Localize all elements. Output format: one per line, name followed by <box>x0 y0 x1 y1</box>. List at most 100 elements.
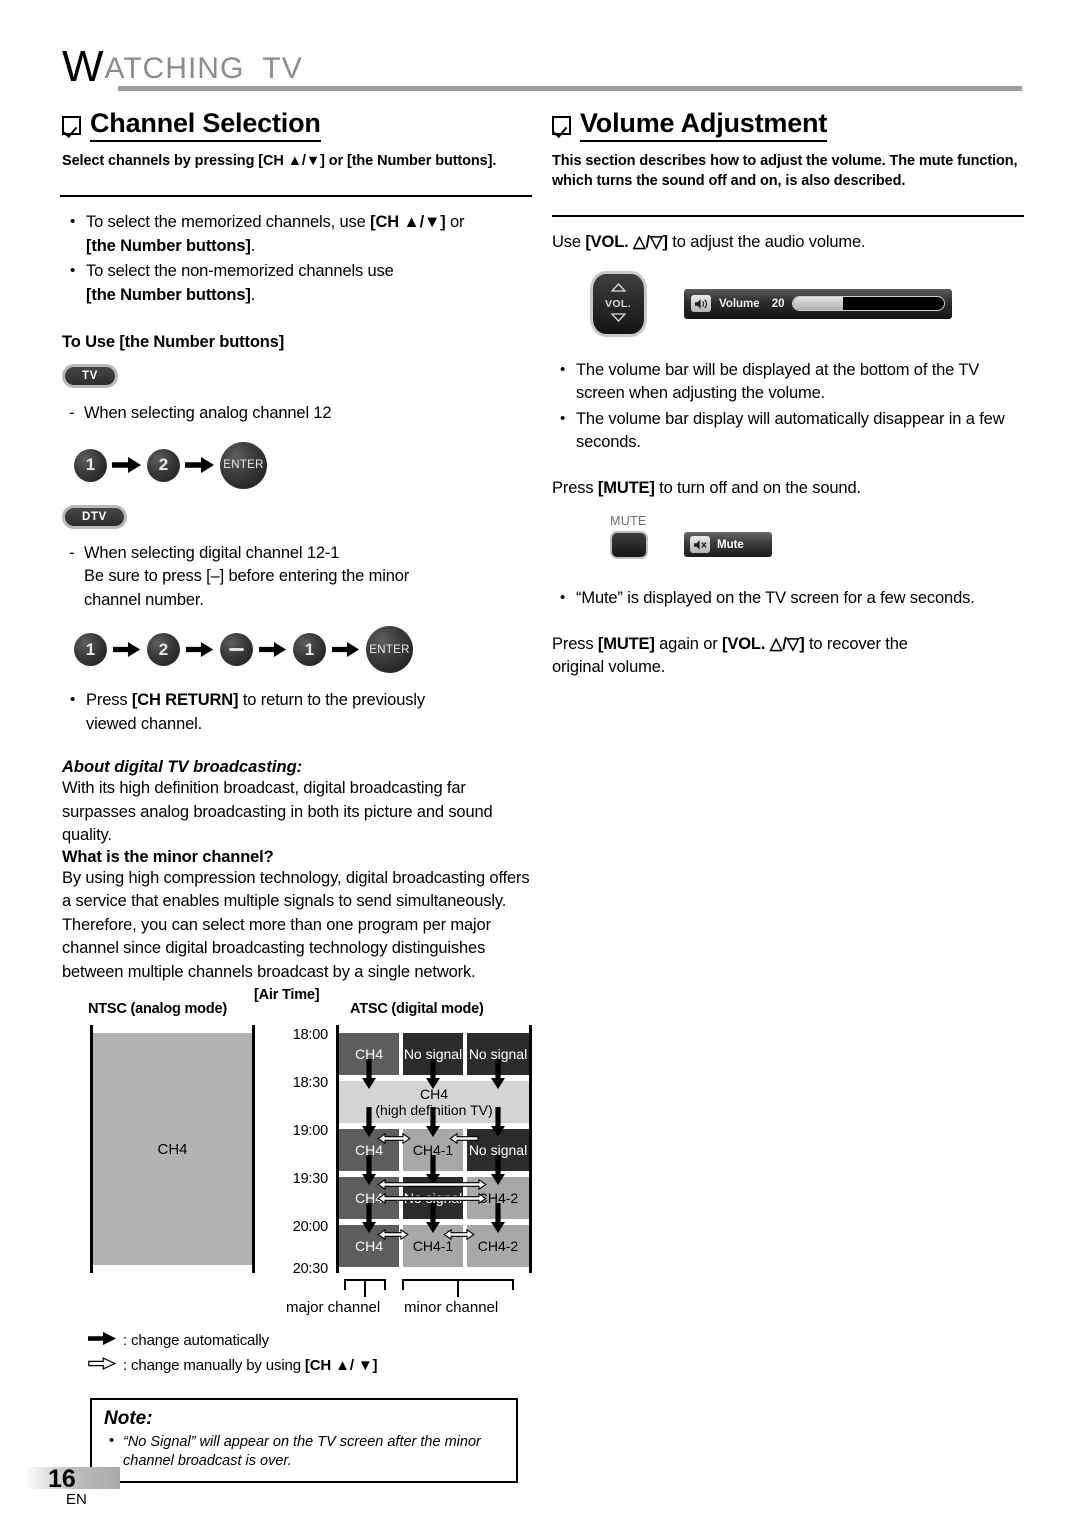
down-arrow-icon <box>491 1155 505 1190</box>
arrow-right-icon <box>180 642 220 657</box>
down-arrow-icon <box>362 1059 376 1094</box>
ch-return-note: Press [CH RETURN] to return to the previ… <box>62 688 532 736</box>
note-title: Note: <box>104 1408 153 1429</box>
badge-tv: TV <box>62 364 532 388</box>
channel-selection-body: To select the memorized channels, use [C… <box>62 210 532 307</box>
manual-change-arrow-icon <box>377 1227 409 1241</box>
divider <box>552 215 1024 217</box>
osd-volume-bar: Volume 20 <box>684 288 952 319</box>
badge-tv-label: TV <box>65 367 115 385</box>
osd-volume-label: Volume <box>719 297 760 310</box>
vol-rocker-button[interactable]: VOL. <box>589 270 647 337</box>
list-item: “Mute” is displayed on the TV screen for… <box>552 586 1022 611</box>
list-item: The volume bar will be displayed at the … <box>552 358 1022 406</box>
analog-button-sequence: 1 2 ENTER <box>74 441 532 489</box>
manual-change-arrow-icon <box>443 1227 475 1241</box>
airtime-label: 18:00 <box>292 1027 328 1043</box>
page-number: 16 <box>48 1465 76 1493</box>
remote-button-1[interactable]: 1 <box>74 448 107 482</box>
remote-button-2[interactable]: 2 <box>147 633 180 666</box>
down-arrow-icon <box>362 1155 376 1190</box>
manual-change-arrow-icon <box>377 1131 411 1145</box>
down-arrow-icon <box>491 1107 505 1142</box>
page-footer: 16 EN <box>24 1465 204 1508</box>
minus-icon <box>229 647 244 652</box>
minor-channel-heading: What is the minor channel? <box>62 847 274 866</box>
remote-button-enter[interactable]: ENTER <box>220 441 267 489</box>
list-item: Press [CH RETURN] to return to the previ… <box>62 688 532 736</box>
list-item: To select the memorized channels, use [C… <box>62 210 532 258</box>
mute-speaker-icon <box>690 536 710 553</box>
remote-button-1[interactable]: 1 <box>74 633 107 666</box>
mute-button[interactable] <box>610 531 648 559</box>
hollow-arrow-icon <box>88 1353 117 1378</box>
airtime-axis: 18:00 18:30 19:00 19:30 20:00 20:30 <box>266 1025 328 1277</box>
arrow-right-icon <box>253 642 293 657</box>
press-mute-instruction: Press [MUTE] to turn off and on the soun… <box>552 478 861 497</box>
minor-channel-paragraph-1: By using high compression technology, di… <box>62 868 530 911</box>
airtime-label: 20:30 <box>292 1261 328 1277</box>
airtime-label: 18:30 <box>292 1075 328 1091</box>
badge-dtv: DTV <box>62 504 532 529</box>
use-vol-instruction: Use [VOL. △/▽] to adjust the audio volum… <box>552 233 866 251</box>
recover-volume-instruction: Press [MUTE] again or [VOL. △/▽] to reco… <box>552 634 908 677</box>
remote-button-minus[interactable] <box>220 633 253 666</box>
manual-change-arrow-icon <box>377 1177 487 1191</box>
right-column: Volume Adjustment This section describes… <box>552 108 1024 680</box>
page-title: WATCHING TV <box>62 45 1022 89</box>
manual-change-arrow-icon <box>377 1191 487 1205</box>
mute-illustration-row: MUTE Mute <box>552 514 1022 559</box>
digital-button-sequence: 1 2 1 ENTER <box>74 626 532 673</box>
divider <box>60 195 532 197</box>
minor-channel-label: minor channel <box>404 1299 499 1316</box>
page-title-rest: ATCHING TV <box>104 52 303 85</box>
osd-mute-label: Mute <box>717 538 744 551</box>
legend-auto-text: : change automatically <box>123 1332 269 1349</box>
manual-change-arrow-icon <box>449 1131 479 1145</box>
remote-button-1-minor[interactable]: 1 <box>293 633 326 666</box>
osd-mute-indicator: Mute <box>684 532 772 557</box>
minor-channel-paragraph-2: Therefore, you can select more than one … <box>62 915 491 981</box>
volume-adjustment-heading: Volume Adjustment <box>552 108 1022 142</box>
volume-notes: The volume bar will be displayed at the … <box>552 358 1022 455</box>
badge-dtv-label: DTV <box>65 507 124 526</box>
down-arrow-icon <box>426 1203 440 1238</box>
ntsc-block-label: CH4 <box>93 1033 252 1265</box>
volume-level-bar <box>792 296 945 311</box>
atsc-grid: CH4 No signal No signal CH4 (high defini… <box>336 1025 532 1273</box>
remote-button-enter[interactable]: ENTER <box>366 626 413 673</box>
volume-bullet-list: The volume bar will be displayed at the … <box>552 358 1022 455</box>
volume-adjustment-subtitle: This section describes how to adjust the… <box>552 153 1018 189</box>
diagram-header-airtime: [Air Time] <box>254 987 320 1003</box>
digital-instruction: When selecting digital channel 12-1 Be s… <box>62 542 532 613</box>
mute-key-caption: MUTE <box>610 514 647 528</box>
brace-minor-stem <box>457 1279 460 1297</box>
airtime-label: 19:30 <box>292 1171 328 1187</box>
down-arrow-icon <box>491 1059 505 1094</box>
legend-manual-text: : change manually by using [CH ▲/ ▼] <box>123 1357 378 1374</box>
arrow-right-icon <box>107 457 147 473</box>
arrow-right-icon <box>326 642 366 657</box>
down-arrow-icon <box>426 1059 440 1094</box>
major-channel-label: major channel <box>286 1299 381 1316</box>
list-item: The volume bar display will automaticall… <box>552 407 1022 455</box>
note-item: “No Signal” will appear on the TV screen… <box>104 1432 504 1471</box>
channel-selection-heading: Channel Selection <box>62 108 532 142</box>
diagram-legend: : change automatically : change manually… <box>88 1328 528 1378</box>
airtime-label: 20:00 <box>292 1219 328 1235</box>
section-title-volume-adjustment: Volume Adjustment <box>580 108 827 142</box>
airtime-label: 19:00 <box>292 1123 328 1139</box>
remote-button-2[interactable]: 2 <box>147 448 180 482</box>
header-rule <box>118 86 1022 91</box>
ntsc-column: CH4 <box>90 1025 255 1273</box>
list-item: To select the non-memorized channels use… <box>62 259 532 307</box>
channel-selection-subtitle: Select channels by pressing [CH ▲/▼] or … <box>62 153 497 169</box>
down-arrow-icon <box>426 1107 440 1142</box>
checkbox-icon <box>62 116 81 135</box>
volume-illustration-row: VOL. Volume 20 <box>552 270 1022 337</box>
page-number-bar: 16 <box>24 1465 120 1493</box>
vol-rocker-label: VOL. <box>604 297 632 310</box>
down-arrow-icon <box>362 1107 376 1142</box>
analog-instruction: When selecting analog channel 12 <box>62 402 532 426</box>
volume-level-fill <box>793 297 844 310</box>
